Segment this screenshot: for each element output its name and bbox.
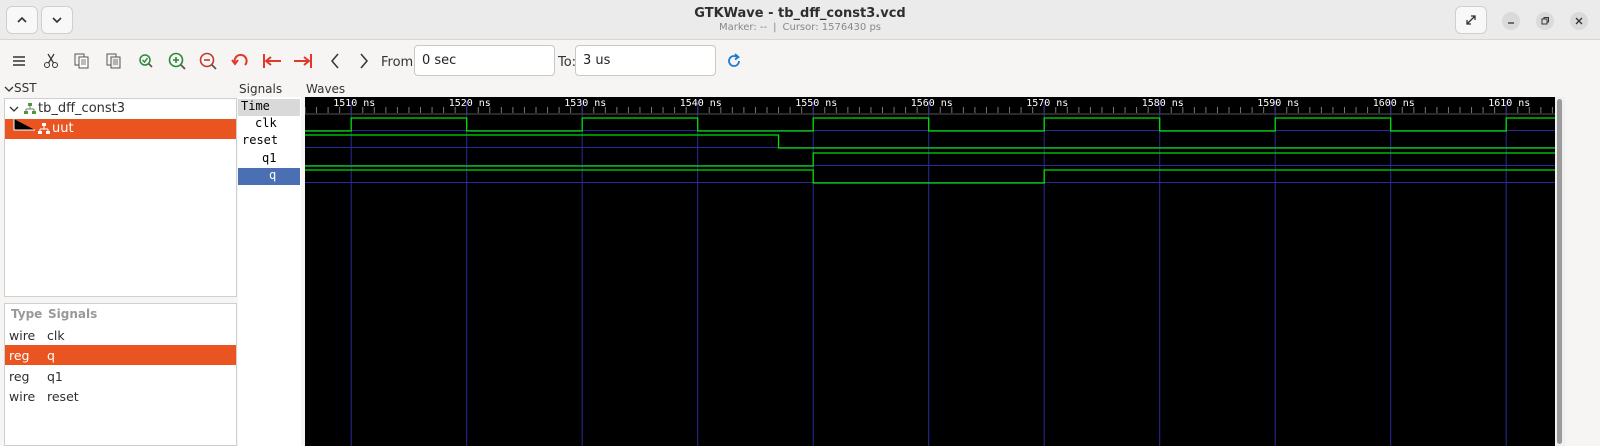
signal-row-reset[interactable]: reset [238, 133, 300, 150]
table-row[interactable]: reg q1 [5, 366, 236, 386]
toolbar: From: 0 sec To: 3 us [0, 41, 1600, 81]
trace-reset [305, 134, 1555, 149]
time-tick-label: 1560 ns [911, 98, 953, 109]
signal-row-time[interactable]: Time [238, 99, 300, 116]
paste-icon [106, 53, 121, 69]
reload-icon [728, 53, 740, 67]
from-label: From: [381, 55, 418, 70]
signals-pane: Time clk reset q1 q [238, 97, 301, 446]
restore-icon [1541, 17, 1549, 25]
close-icon [1575, 17, 1583, 25]
close-button[interactable] [1570, 12, 1588, 30]
module-hierarchy-icon [38, 123, 50, 134]
chevron-down-icon [9, 106, 19, 112]
tree-item-label: tb_dff_const3 [38, 101, 126, 116]
hamburger-icon [13, 56, 25, 66]
time-tick-label: 1580 ns [1142, 98, 1184, 109]
time-tick-label: 1520 ns [449, 98, 491, 109]
fullscreen-button[interactable] [1455, 6, 1487, 34]
signal-row-q1[interactable]: q1 [238, 151, 300, 168]
time-tick-label: 1610 ns [1488, 98, 1530, 109]
vertical-scrollbar[interactable] [1555, 97, 1565, 446]
reload-button[interactable] [722, 49, 746, 73]
marker-readout: Marker: -- [718, 22, 768, 33]
zoom-to-start-button[interactable] [260, 49, 284, 73]
maximize-button[interactable] [1536, 12, 1554, 30]
zoom-in-icon [168, 52, 186, 70]
waves-pane-header: Waves [306, 82, 346, 96]
zoom-fit-button[interactable] [134, 49, 158, 73]
expand-icon [1466, 15, 1476, 25]
arrow-to-end-icon [294, 54, 312, 68]
chevron-left-icon [331, 53, 339, 69]
undo-icon [231, 53, 248, 66]
minimize-button[interactable] [1502, 12, 1520, 30]
scissors-icon [44, 53, 58, 68]
scrollbar-thumb[interactable] [1557, 99, 1562, 444]
signal-name: clk [47, 327, 65, 343]
paste-button[interactable] [102, 49, 126, 73]
module-hierarchy-icon [24, 103, 36, 114]
cut-button[interactable] [39, 49, 63, 73]
tree-item-uut[interactable]: uut [5, 119, 236, 139]
cursor-readout: Cursor: 1576430 ps [782, 22, 882, 33]
time-tick-label: 1510 ns [333, 98, 375, 109]
signal-row-q[interactable]: q [238, 168, 300, 185]
zoom-out-icon [199, 52, 217, 70]
table-row[interactable]: reg q [5, 345, 236, 365]
find-previous-edge-button[interactable] [323, 49, 347, 73]
signal-type: wire [9, 327, 36, 343]
table-row[interactable]: wire clk [5, 325, 236, 345]
time-tick-label: 1540 ns [680, 98, 722, 109]
sst-tree: tb_dff_const3 uut [4, 98, 237, 297]
undo-zoom-button[interactable] [228, 49, 252, 73]
sst-header[interactable]: SST [0, 81, 236, 97]
chevron-right-icon [360, 53, 368, 69]
trace-q [305, 169, 1555, 184]
signal-name: q [47, 347, 55, 363]
minimize-icon [1508, 22, 1514, 24]
find-next-edge-button[interactable] [352, 49, 376, 73]
column-header-signals[interactable]: Signals [48, 307, 97, 321]
waveform-view[interactable]: 1510 ns 1520 ns 1530 ns 1540 ns 1550 ns 1560 … [305, 97, 1555, 446]
tree-item-tb-dff-const3[interactable]: tb_dff_const3 [5, 99, 236, 119]
column-header-type[interactable]: Type [11, 307, 42, 321]
zoom-in-button[interactable] [165, 49, 189, 73]
tree-item-label: uut [52, 121, 74, 136]
status-line: Marker: -- | Cursor: 1576430 ps [0, 22, 1600, 33]
menu-button[interactable] [7, 49, 31, 73]
from-time-field[interactable]: 0 sec [414, 45, 555, 76]
zoom-fit-icon [139, 54, 153, 68]
signals-pane-header: Signals [239, 82, 283, 96]
time-tick-label: 1550 ns [795, 98, 837, 109]
trace-q1 [305, 152, 1555, 167]
title-bar: GTKWave - tb_dff_const3.vcd Marker: -- | C… [0, 0, 1600, 40]
sst-label: SST [14, 81, 37, 95]
zoom-to-end-button[interactable] [291, 49, 315, 73]
signal-type: wire [9, 388, 36, 404]
time-tick-label: 1600 ns [1373, 98, 1415, 109]
zoom-out-button[interactable] [196, 49, 220, 73]
copy-icon [74, 53, 89, 69]
signal-row-clk[interactable]: clk [238, 116, 300, 133]
trace-clk [305, 117, 1555, 132]
time-tick-label: 1570 ns [1026, 98, 1068, 109]
time-tick-label: 1530 ns [564, 98, 606, 109]
window-title: GTKWave - tb_dff_const3.vcd [694, 6, 906, 21]
table-row[interactable]: wire reset [5, 386, 236, 406]
arrow-to-start-icon [263, 54, 281, 68]
signal-type: reg [9, 347, 30, 363]
signal-name: q1 [47, 368, 63, 384]
status-separator: | [773, 22, 777, 33]
signal-type: reg [9, 368, 30, 384]
to-time-field[interactable]: 3 us [575, 45, 716, 76]
copy-button[interactable] [70, 49, 94, 73]
signal-list-table: Type Signals wire clk reg q reg q1 wire … [4, 303, 237, 446]
time-tick-label: 1590 ns [1257, 98, 1299, 109]
waveform-canvas: 1510 ns 1520 ns 1530 ns 1540 ns 1550 ns 1560 … [305, 98, 1555, 446]
chevron-down-icon [4, 86, 14, 92]
signal-name: reset [47, 388, 79, 404]
to-label: To: [558, 55, 577, 70]
